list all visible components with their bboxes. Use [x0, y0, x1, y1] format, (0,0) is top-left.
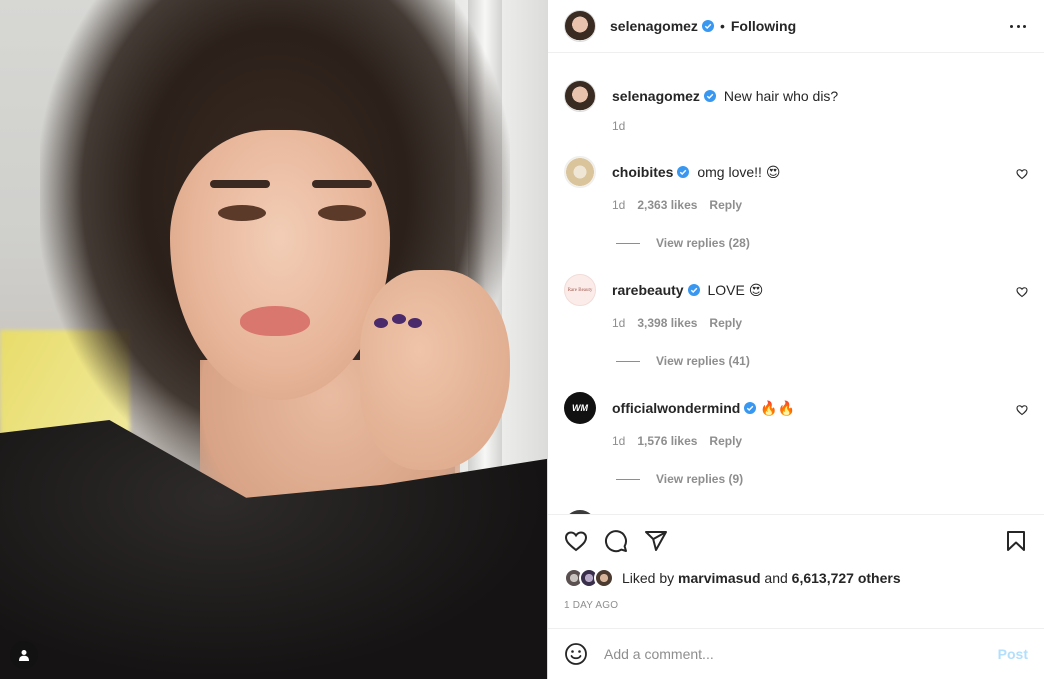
comment-time[interactable]: 1d	[612, 198, 625, 212]
liked-by-conj: and	[764, 570, 788, 586]
image-lips	[240, 306, 310, 336]
replies-divider	[616, 478, 640, 480]
comment-time[interactable]: 1d	[612, 434, 625, 448]
image-eye-left	[218, 205, 266, 221]
comment-emoji: 😍	[765, 165, 781, 181]
more-options-icon[interactable]	[1008, 16, 1028, 36]
bookmark-icon[interactable]	[1004, 529, 1028, 553]
post-timestamp[interactable]: 1 DAY AGO	[564, 600, 1028, 611]
image-nail	[392, 314, 406, 324]
comment-username[interactable]: officialwondermind	[612, 400, 740, 416]
author-username[interactable]: selenagomez	[610, 18, 698, 34]
comment-like-heart-icon[interactable]	[1016, 404, 1028, 416]
image-nail	[374, 318, 388, 328]
following-button[interactable]: Following	[731, 18, 796, 34]
comments-list[interactable]: selenagomez New hair who dis? 1d choibit…	[548, 54, 1044, 514]
verified-icon	[687, 284, 700, 296]
verified-icon	[677, 166, 690, 178]
comment-like-heart-icon[interactable]	[1016, 286, 1028, 298]
comment-avatar[interactable]: Rare Beauty	[564, 274, 596, 306]
liked-by-prefix: Liked by	[622, 570, 675, 586]
comment-likes[interactable]: 2,363 likes	[637, 198, 697, 212]
image-nail	[408, 318, 422, 328]
reply-button[interactable]: Reply	[709, 434, 742, 448]
liked-by-avatars[interactable]	[564, 568, 616, 588]
view-replies-label: View replies (28)	[656, 236, 750, 250]
verified-icon	[701, 20, 714, 32]
verified-icon	[744, 402, 757, 414]
comment-text: omg love!!	[697, 164, 762, 180]
comment-like-heart-icon[interactable]	[1016, 168, 1028, 180]
post-details-panel: selenagomez • Following selenagomez New …	[547, 0, 1044, 679]
image-brow-right	[312, 180, 372, 188]
image-brow-left	[210, 180, 270, 188]
view-replies-label: View replies (9)	[656, 472, 744, 486]
view-replies-button[interactable]: View replies (28)	[616, 236, 1028, 250]
comment-item: choibites omg love!! 😍 1d 2,363 likes Re…	[564, 156, 1028, 250]
comment-likes[interactable]: 1,576 likes	[637, 434, 697, 448]
comment-icon[interactable]	[604, 529, 628, 553]
replies-divider	[616, 242, 640, 244]
author-avatar[interactable]	[564, 10, 596, 42]
user-tag-button[interactable]	[10, 641, 38, 669]
heart-icon[interactable]	[564, 529, 588, 553]
view-replies-label: View replies (41)	[656, 354, 750, 368]
comment-avatar[interactable]	[564, 156, 596, 188]
reply-button[interactable]: Reply	[709, 198, 742, 212]
replies-divider	[616, 360, 640, 362]
image-hand	[360, 270, 510, 470]
share-icon[interactable]	[644, 529, 668, 553]
comment-text: LOVE	[707, 282, 745, 298]
emoji-icon[interactable]	[564, 642, 588, 666]
view-replies-button[interactable]: View replies (9)	[616, 472, 1028, 486]
comment-username[interactable]: rarebeauty	[612, 282, 684, 298]
wondermind-logo: WM	[572, 403, 588, 413]
comment-time[interactable]: 1d	[612, 316, 625, 330]
user-tag-icon	[19, 650, 29, 661]
post-image[interactable]	[0, 0, 547, 679]
liked-by: Liked by marvimasud and 6,613,727 others	[564, 568, 1028, 588]
reply-button[interactable]: Reply	[709, 316, 742, 330]
comment-emoji: 😍	[748, 283, 764, 299]
comment-likes[interactable]: 3,398 likes	[637, 316, 697, 330]
caption: selenagomez New hair who dis? 1d	[564, 80, 1028, 133]
header-separator: •	[719, 18, 725, 34]
image-eye-right	[318, 205, 366, 221]
comment-input[interactable]	[604, 646, 998, 662]
comment-username[interactable]: choibites	[612, 164, 673, 180]
post-header: selenagomez • Following	[548, 0, 1044, 53]
comment-item: Rare Beauty rarebeauty LOVE 😍 1d 3,398 l…	[564, 274, 1028, 368]
caption-text: New hair who dis?	[723, 88, 839, 104]
comment-emoji: 🔥🔥	[760, 401, 796, 417]
post-comment-button[interactable]: Post	[998, 646, 1028, 662]
verified-icon	[703, 90, 716, 102]
rarebeauty-logo: Rare Beauty	[567, 287, 593, 293]
comment-item: WM officialwondermind 🔥🔥 1d 1,576 likes …	[564, 392, 1028, 486]
caption-time[interactable]: 1d	[612, 119, 625, 133]
comment-avatar[interactable]: WM	[564, 392, 596, 424]
liked-by-others[interactable]: 6,613,727 others	[792, 570, 901, 586]
view-replies-button[interactable]: View replies (41)	[616, 354, 1028, 368]
caption-username[interactable]: selenagomez	[612, 88, 700, 104]
liked-by-user[interactable]: marvimasud	[678, 570, 760, 586]
post-actions: Liked by marvimasud and 6,613,727 others…	[548, 514, 1044, 611]
caption-avatar[interactable]	[564, 80, 596, 112]
add-comment-bar: Post	[548, 628, 1044, 679]
